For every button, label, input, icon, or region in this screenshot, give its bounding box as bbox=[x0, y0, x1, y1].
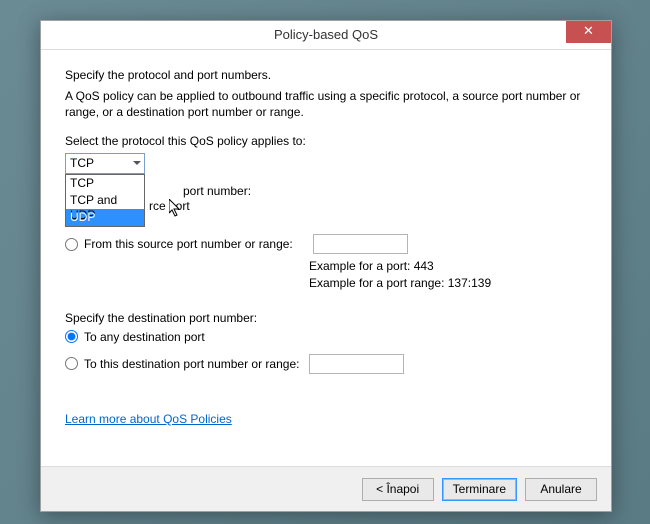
close-icon: ✕ bbox=[583, 23, 594, 38]
source-range-label: From this source port number or range: bbox=[84, 237, 293, 251]
protocol-option-tcp[interactable]: TCP bbox=[66, 175, 144, 192]
dest-heading: Specify the destination port number: bbox=[65, 311, 587, 325]
cursor-icon bbox=[169, 199, 183, 219]
page-description: A QoS policy can be applied to outbound … bbox=[65, 88, 587, 120]
example-port: Example for a port: 443 bbox=[309, 258, 587, 274]
chevron-down-icon bbox=[131, 158, 141, 168]
example-text: Example for a port: 443 Example for a po… bbox=[309, 258, 587, 290]
content-area: Specify the protocol and port numbers. A… bbox=[41, 50, 611, 426]
dest-any-label: To any destination port bbox=[84, 330, 205, 344]
learn-more-link[interactable]: Learn more about QoS Policies bbox=[65, 412, 232, 426]
example-range: Example for a port range: 137:139 bbox=[309, 275, 587, 291]
source-port-label-partial: port number: bbox=[183, 184, 251, 198]
protocol-label: Select the protocol this QoS policy appl… bbox=[65, 134, 587, 148]
dialog-window: Policy-based QoS ✕ Specify the protocol … bbox=[40, 20, 612, 512]
footer: < Înapoi Terminare Anulare bbox=[41, 466, 611, 511]
protocol-dropdown-list: TCP TCP and UDP UDP bbox=[65, 174, 145, 227]
source-range-radio[interactable] bbox=[65, 238, 78, 251]
finish-button[interactable]: Terminare bbox=[442, 478, 517, 501]
back-button[interactable]: < Înapoi bbox=[362, 478, 434, 501]
protocol-option-tcp-and-udp[interactable]: TCP and UDP bbox=[66, 192, 144, 209]
close-button[interactable]: ✕ bbox=[566, 21, 611, 43]
page-heading: Specify the protocol and port numbers. bbox=[65, 68, 587, 82]
dest-range-input[interactable] bbox=[309, 354, 404, 374]
cancel-button[interactable]: Anulare bbox=[525, 478, 597, 501]
titlebar: Policy-based QoS ✕ bbox=[41, 21, 611, 50]
dest-any-radio[interactable] bbox=[65, 330, 78, 343]
source-range-input[interactable] bbox=[313, 234, 408, 254]
source-range-row: From this source port number or range: bbox=[65, 234, 587, 254]
protocol-select-value: TCP bbox=[70, 156, 94, 170]
protocol-select[interactable]: TCP bbox=[65, 153, 145, 174]
window-title: Policy-based QoS bbox=[274, 27, 378, 42]
dest-any-row: To any destination port bbox=[65, 330, 587, 344]
dest-range-label: To this destination port number or range… bbox=[84, 357, 299, 371]
dest-range-row: To this destination port number or range… bbox=[65, 354, 587, 374]
protocol-option-udp[interactable]: UDP bbox=[66, 209, 144, 226]
dest-range-radio[interactable] bbox=[65, 357, 78, 370]
